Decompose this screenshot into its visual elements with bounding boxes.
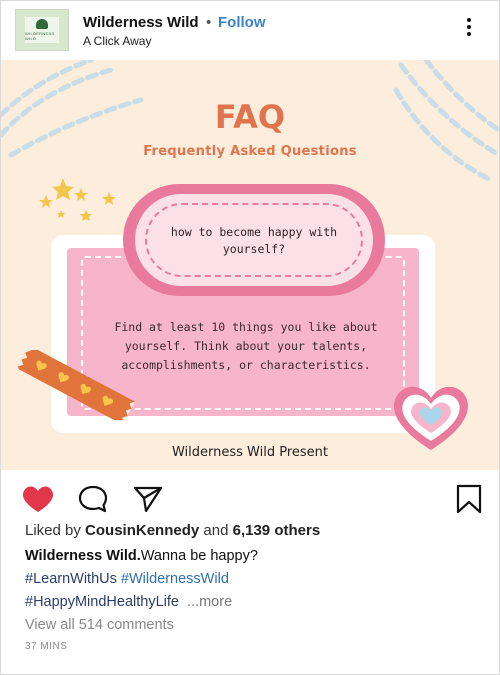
- more-options-icon[interactable]: [463, 18, 475, 40]
- post-header: WILDERNESS WILD Wilderness Wild • Follow…: [1, 1, 499, 59]
- hashtag-line-2: #HappyMindHealthyLife ...more: [25, 594, 232, 610]
- liked-middle: and: [199, 522, 233, 539]
- answer-text: Find at least 10 things you like about y…: [114, 320, 378, 372]
- heart-filled-icon[interactable]: [21, 484, 55, 514]
- hashtag-learnwithus[interactable]: #LearnWithUs: [25, 571, 117, 587]
- view-comments-link[interactable]: View all 514 comments: [25, 617, 174, 633]
- question-text: how to become happy with yourself?: [170, 225, 338, 256]
- hashtag-wildernesswild[interactable]: #WildernessWild: [121, 571, 229, 587]
- hashtag-happymindhealthylife[interactable]: #HappyMindHealthyLife: [25, 594, 179, 610]
- post-image[interactable]: FAQ Frequently Asked Questions Find at l…: [1, 60, 499, 470]
- caption-more-link[interactable]: ...more: [187, 594, 232, 610]
- liked-by-line: Liked by CousinKennedy and 6,139 others: [25, 522, 320, 539]
- caption-author[interactable]: Wilderness Wild.: [25, 548, 141, 564]
- send-icon[interactable]: [132, 484, 164, 514]
- follow-button[interactable]: Follow: [218, 14, 266, 31]
- instagram-post: WILDERNESS WILD Wilderness Wild • Follow…: [0, 0, 500, 675]
- comment-icon[interactable]: [77, 484, 109, 514]
- avatar-logo: WILDERNESS WILD: [25, 17, 59, 43]
- liked-user-link[interactable]: CousinKennedy: [85, 522, 199, 539]
- avatar-logo-text: WILDERNESS WILD: [25, 31, 55, 41]
- caption-text: Wanna be happy?: [140, 548, 258, 564]
- post-footer-text: Wilderness Wild Present: [171, 445, 329, 460]
- liked-prefix: Liked by: [25, 522, 86, 539]
- tree-icon: [36, 19, 48, 29]
- bookmark-icon[interactable]: [455, 483, 483, 515]
- separator-dot: •: [206, 14, 212, 31]
- hashtag-line-1: #LearnWithUs #WildernessWild: [25, 571, 229, 587]
- action-bar: [1, 471, 499, 521]
- post-subtitle: Frequently Asked Questions: [143, 144, 357, 159]
- caption-line: Wilderness Wild.Wanna be happy?: [25, 548, 258, 564]
- post-timestamp: 37 MINS: [25, 641, 68, 652]
- account-name[interactable]: Wilderness Wild: [83, 14, 199, 31]
- avatar[interactable]: WILDERNESS WILD: [15, 9, 69, 51]
- account-subtitle: A Click Away: [83, 34, 152, 48]
- post-title: FAQ: [214, 98, 286, 136]
- liked-count-link[interactable]: 6,139 others: [233, 522, 321, 539]
- washi-tape-sticker: [15, 350, 136, 420]
